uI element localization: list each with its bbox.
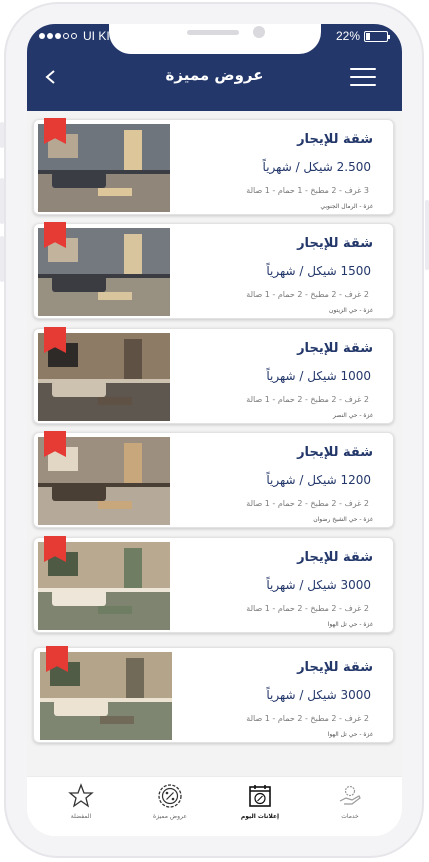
hamburger-menu-icon	[350, 68, 376, 86]
listing-title: شقة للإيجار	[297, 236, 373, 251]
listing-specs: 3 غرف - 2 مطبخ - 1 حمام - 1 صالة	[246, 186, 369, 195]
calendar-percent-icon	[249, 785, 271, 807]
listing-specs: 2 غرف - 2 مطبخ - 2 حمام - 1 صالة	[246, 604, 369, 613]
signal-icon	[39, 33, 77, 39]
listing-card[interactable]: شقة للإيجار 1000 شيكل / شهرياً 2 غرف - 2 م…	[33, 327, 394, 424]
side-button	[0, 236, 4, 282]
listing-title: شقة للإيجار	[297, 132, 373, 147]
listing-specs: 2 غرف - 2 مطبخ - 2 حمام - 1 صالة	[246, 395, 369, 404]
star-icon	[68, 783, 94, 808]
tab-label: عروض مميزة	[153, 813, 187, 820]
bottom-tab-bar: المفضلة عروض مميزة إعلانات اليوم خدمات	[27, 776, 402, 836]
listing-title: شقة للإيجار	[297, 341, 373, 356]
listing-specs: 2 غرف - 2 مطبخ - 2 حمام - 1 صالة	[246, 714, 369, 723]
listing-title: شقة للإيجار	[297, 660, 373, 675]
side-button	[0, 178, 4, 224]
listing-specs: 2 غرف - 2 مطبخ - 2 حمام - 1 صالة	[246, 499, 369, 508]
listing-price: 2.500 شيكل / شهرياً	[262, 160, 371, 174]
listing-location: غزة - حي تل الهوا	[327, 621, 373, 628]
side-button	[0, 122, 4, 148]
phone-screen: UI KIT 22% عروض مميزة شقة للإيجار 2.500 ش…	[27, 24, 402, 836]
listing-price: 1000 شيكل / شهرياً	[266, 369, 371, 383]
tab-todays-ads[interactable]: إعلانات اليوم	[225, 783, 295, 829]
listing-card[interactable]: شقة للإيجار 2.500 شيكل / شهرياً 3 غرف - 2 …	[33, 118, 394, 215]
listing-card[interactable]: شقة للإيجار 1500 شيكل / شهرياً 2 غرف - 2 م…	[33, 222, 394, 319]
listings-list[interactable]: شقة للإيجار 2.500 شيكل / شهرياً 3 غرف - 2 …	[27, 111, 402, 776]
listing-price: 1200 شيكل / شهرياً	[266, 473, 371, 487]
listing-card[interactable]: شقة للإيجار 3000 شيكل / شهرياً 2 غرف - 2 م…	[33, 536, 394, 633]
tab-label: إعلانات اليوم	[240, 813, 280, 820]
listing-card[interactable]: شقة للإيجار 1200 شيكل / شهرياً 2 غرف - 2 م…	[33, 431, 394, 528]
side-button	[425, 200, 429, 270]
listing-price: 3000 شيكل / شهرياً	[266, 688, 371, 702]
menu-button[interactable]	[350, 68, 376, 86]
tab-featured-offers[interactable]: عروض مميزة	[135, 783, 205, 829]
listing-location: غزة - الرمال الجنوبي	[320, 203, 373, 210]
status-bar-left: UI KIT	[39, 29, 117, 43]
tab-services[interactable]: خدمات	[315, 783, 385, 829]
listing-location: غزة - حي الزيتون	[329, 307, 373, 314]
discount-badge-icon	[158, 784, 182, 808]
tab-label: خدمات	[341, 813, 359, 820]
listing-title: شقة للإيجار	[297, 445, 373, 460]
listing-specs: 2 غرف - 2 مطبخ - 2 حمام - 1 صالة	[246, 290, 369, 299]
tab-label: المفضلة	[70, 813, 92, 820]
battery-icon	[364, 30, 390, 42]
tab-favorites[interactable]: المفضلة	[46, 783, 116, 829]
app-header: UI KIT 22% عروض مميزة	[27, 24, 402, 111]
listing-title: شقة للإيجار	[297, 550, 373, 565]
listing-card[interactable]: شقة للإيجار 3000 شيكل / شهرياً 2 غرف - 2 م…	[33, 646, 394, 743]
listing-location: غزة - حي تل الهوا	[327, 731, 373, 738]
speaker-grill	[187, 30, 239, 35]
status-bar-right: 22%	[335, 29, 390, 43]
battery-percent: 22%	[335, 29, 360, 43]
front-camera	[253, 26, 265, 38]
phone-notch	[109, 24, 321, 54]
listing-location: غزة - حي الشيخ رضوان	[313, 516, 373, 523]
listing-location: غزة - حي النصر	[332, 412, 373, 419]
listing-price: 1500 شيكل / شهرياً	[266, 264, 371, 278]
page-title: عروض مميزة	[165, 66, 264, 84]
services-hand-icon	[339, 785, 361, 805]
listing-price: 3000 شيكل / شهرياً	[266, 578, 371, 592]
